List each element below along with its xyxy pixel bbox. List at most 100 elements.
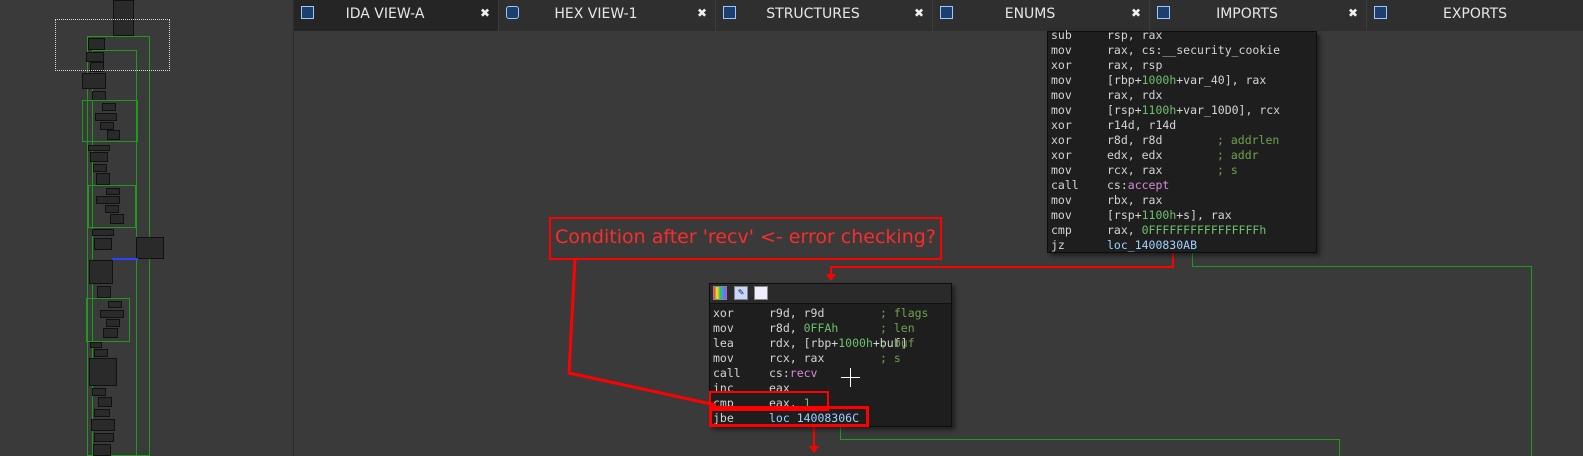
tab-label: ENUMS: [1004, 6, 1056, 22]
overview-block[interactable]: [92, 229, 114, 236]
overview-block[interactable]: [105, 205, 119, 213]
asm-operands: rax, rdx: [1107, 88, 1163, 102]
overview-block[interactable]: [107, 130, 120, 140]
asm-line[interactable]: mov [rsp+1100h+var_10D0], rcx: [1048, 103, 1316, 118]
asm-line[interactable]: mov [rbp+1000h+var_40], rax: [1048, 73, 1316, 88]
overview-block[interactable]: [90, 152, 108, 162]
edge-true-branch: [840, 439, 1340, 440]
asm-line[interactable]: xor rax, rsp: [1048, 58, 1316, 73]
overview-block[interactable]: [98, 397, 112, 407]
edit-pencil-icon[interactable]: ✎: [734, 286, 748, 300]
asm-line[interactable]: xor r14d, r14d: [1048, 118, 1316, 133]
edge-false-branch: [813, 426, 815, 448]
overview-block[interactable]: [90, 342, 102, 348]
overview-block[interactable]: [95, 113, 117, 121]
arrow-down-icon: [826, 274, 836, 281]
asm-line[interactable]: cmp rax, 0FFFFFFFFFFFFFFFFh: [1048, 223, 1316, 238]
edge-true-branch: [1339, 439, 1340, 456]
overview-block[interactable]: [102, 103, 116, 111]
asm-operands: rax, 0FFFFFFFFFFFFFFFFh: [1107, 223, 1267, 237]
asm-operands: loc_1400830AB: [1107, 238, 1198, 252]
tab-ida-view-a[interactable]: IDA VIEW-A ✖: [294, 0, 498, 31]
asm-operands: edx, edx: [1107, 148, 1163, 162]
overview-block[interactable]: [92, 388, 106, 396]
overview-block[interactable]: [94, 409, 110, 417]
asm-line[interactable]: xor r9d, r9d ; flags: [710, 306, 951, 321]
asm-line[interactable]: sub rsp, rax: [1048, 28, 1316, 43]
overview-block[interactable]: [136, 237, 164, 259]
overview-block[interactable]: [106, 188, 120, 195]
overview-block[interactable]: [106, 319, 120, 327]
overview-block[interactable]: [82, 73, 106, 89]
tab-exports[interactable]: EXPORTS: [1367, 0, 1583, 31]
asm-mnemonic: mov: [1051, 103, 1072, 117]
tab-enums[interactable]: ENUMS ✖: [933, 0, 1149, 31]
tab-imports[interactable]: IMPORTS ✖: [1150, 0, 1366, 31]
asm-line[interactable]: mov rbx, rax: [1048, 193, 1316, 208]
overview-block[interactable]: [91, 419, 115, 431]
color-palette-icon[interactable]: [713, 286, 727, 300]
asm-mnemonic: xor: [1051, 133, 1072, 147]
overview-block[interactable]: [100, 122, 114, 130]
graph-overview-pane[interactable]: [0, 0, 294, 456]
asm-operands: rsp, rax: [1107, 28, 1163, 42]
tab-structures[interactable]: STRUCTURES ✖: [716, 0, 932, 31]
asm-line[interactable]: mov rax, cs:__security_cookie: [1048, 43, 1316, 58]
overview-block[interactable]: [89, 358, 117, 386]
asm-comment: ; addrlen: [1217, 133, 1280, 147]
asm-mnemonic: mov: [713, 351, 734, 365]
asm-line[interactable]: lea rdx, [rbp+1000h+buf]; buf: [710, 336, 951, 351]
overview-viewport-rect[interactable]: [55, 19, 170, 71]
overview-block[interactable]: [94, 238, 112, 250]
graph-group-icon[interactable]: [754, 286, 768, 300]
asm-mnemonic: mov: [1051, 208, 1072, 222]
asm-line[interactable]: mov rcx, rax ; s: [710, 351, 951, 366]
asm-mnemonic: call: [713, 366, 741, 380]
close-icon[interactable]: ✖: [1348, 6, 1358, 20]
asm-operands: r8d, 0FFAh: [769, 321, 839, 335]
overview-block[interactable]: [100, 310, 124, 318]
overview-block[interactable]: [94, 433, 114, 442]
asm-mnemonic: jz: [1051, 238, 1065, 252]
tab-label: EXPORTS: [1442, 6, 1508, 22]
overview-block[interactable]: [108, 301, 122, 308]
overview-block[interactable]: [88, 145, 110, 151]
asm-operands: rcx, rax: [1107, 163, 1163, 177]
asm-line[interactable]: mov r8d, 0FFAh ; len: [710, 321, 951, 336]
close-icon[interactable]: ✖: [1131, 6, 1141, 20]
overview-block[interactable]: [93, 444, 111, 456]
overview-block[interactable]: [93, 164, 107, 172]
asm-line[interactable]: call cs:accept: [1048, 178, 1316, 193]
close-icon[interactable]: ✖: [480, 6, 490, 20]
asm-mnemonic: xor: [1051, 148, 1072, 162]
overview-block[interactable]: [96, 173, 110, 185]
tab-label: STRUCTURES: [766, 6, 860, 22]
asm-line[interactable]: mov rcx, rax ; s: [1048, 163, 1316, 178]
asm-mnemonic: mov: [1051, 73, 1072, 87]
asm-operands: rax, rsp: [1107, 58, 1163, 72]
asm-line[interactable]: mov [rsp+1100h+s], rax: [1048, 208, 1316, 223]
asm-line[interactable]: jz loc_1400830AB: [1048, 238, 1316, 253]
asm-operands: [rsp+1100h+var_10D0], rcx: [1107, 103, 1281, 117]
overview-block[interactable]: [103, 328, 118, 338]
asm-operands: r14d, r14d: [1107, 118, 1177, 132]
close-icon[interactable]: ✖: [914, 6, 924, 20]
overview-block[interactable]: [94, 349, 108, 357]
overview-edge: [112, 258, 138, 260]
overview-block[interactable]: [97, 286, 111, 298]
asm-line[interactable]: mov rax, rdx: [1048, 88, 1316, 103]
asm-line[interactable]: xor r8d, r8d ; addrlen: [1048, 133, 1316, 148]
overview-block[interactable]: [110, 214, 124, 224]
asm-operands: cs:accept: [1107, 178, 1170, 192]
asm-comment: ; s: [1217, 163, 1238, 177]
highlight-jbe-instruction: [709, 406, 869, 427]
tab-hex-view-1[interactable]: HEX VIEW-1 ✖: [499, 0, 715, 31]
asm-operands: rcx, rax: [769, 351, 825, 365]
asm-mnemonic: call: [1051, 178, 1079, 192]
overview-block[interactable]: [96, 196, 120, 204]
code-block-accept[interactable]: sub rsp, rax mov rax, cs:__security_cookie x…: [1047, 28, 1317, 253]
asm-line[interactable]: xor edx, edx ; addr: [1048, 148, 1316, 163]
asm-line[interactable]: call cs:recv: [710, 366, 951, 381]
overview-block[interactable]: [89, 260, 113, 284]
close-icon[interactable]: ✖: [697, 6, 707, 20]
